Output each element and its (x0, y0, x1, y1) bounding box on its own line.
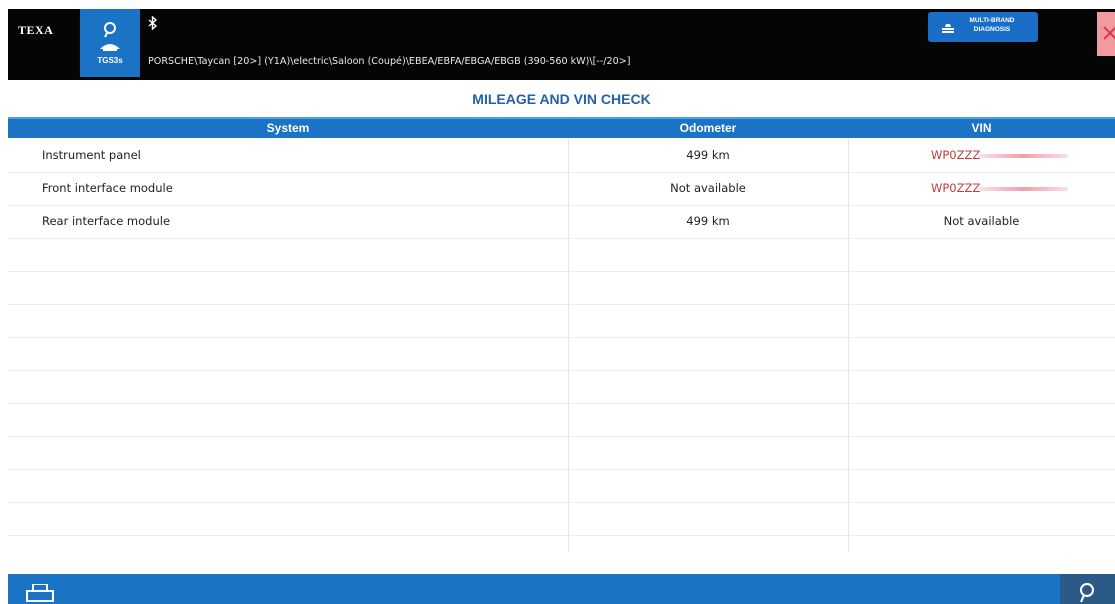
vin-value: WP0ZZZ (931, 148, 981, 162)
column-header-vin: VIN (971, 121, 992, 135)
vin-redaction (978, 187, 1068, 191)
empty-row (8, 436, 1115, 470)
close-icon (1103, 26, 1115, 40)
device-label: TGS3s (97, 56, 123, 65)
search-button[interactable] (1060, 574, 1115, 604)
vehicle-path: PORSCHE\Taycan [20>] (Y1A)\electric\Salo… (148, 56, 631, 67)
table-body: Instrument panel 499 km WP0ZZZ Front int… (8, 139, 1115, 572)
empty-row (8, 370, 1115, 404)
bottom-toolbar (8, 574, 1115, 604)
vin-value: WP0ZZZ (931, 181, 981, 195)
user-search-icon (100, 22, 120, 51)
multi-brand-diagnosis-button[interactable]: MULTI-BRAND DIAGNOSIS (928, 12, 1038, 42)
app-window: TEXA TGS3s PORSCHE\Taycan [20>] (Y1A)\el… (0, 0, 1115, 604)
table-row[interactable]: Front interface module Not available WP0… (8, 172, 1115, 206)
device-button[interactable]: TGS3s (80, 9, 140, 77)
table-row[interactable]: Rear interface module 499 km Not availab… (8, 205, 1115, 239)
odometer-cell: 499 km (686, 214, 730, 228)
system-cell: Rear interface module (42, 214, 171, 228)
vin-cell: WP0ZZZ (848, 139, 1115, 172)
vin-cell: Not available (848, 205, 1115, 238)
table-header: System Odometer VIN (8, 117, 1115, 138)
table-row[interactable]: Instrument panel 499 km WP0ZZZ (8, 139, 1115, 173)
odometer-cell: 499 km (686, 148, 730, 162)
bluetooth-icon (148, 16, 158, 30)
car-lift-icon (942, 24, 954, 33)
texa-logo: TEXA (18, 23, 54, 37)
multibrand-label-line1: MULTI-BRAND (969, 17, 1015, 24)
column-header-system: System (266, 121, 310, 135)
printer-icon[interactable] (26, 584, 54, 604)
empty-row (8, 403, 1115, 437)
empty-row (8, 271, 1115, 305)
vin-redaction (978, 154, 1068, 158)
odometer-cell: Not available (670, 181, 746, 195)
empty-row (8, 469, 1115, 503)
top-bar: TEXA TGS3s PORSCHE\Taycan [20>] (Y1A)\el… (8, 9, 1115, 80)
empty-row (8, 238, 1115, 272)
multibrand-label-line2: DIAGNOSIS (973, 26, 1011, 33)
empty-row (8, 304, 1115, 338)
column-header-odometer: Odometer (679, 121, 737, 135)
page-title: MILEAGE AND VIN CHECK (472, 91, 651, 107)
vin-cell: WP0ZZZ (848, 172, 1115, 205)
close-button[interactable] (1097, 12, 1115, 56)
system-cell: Front interface module (42, 181, 173, 195)
system-cell: Instrument panel (42, 148, 141, 162)
empty-row (8, 337, 1115, 371)
vin-value: Not available (943, 214, 1020, 228)
empty-row (8, 502, 1115, 536)
search-icon (1080, 583, 1094, 603)
